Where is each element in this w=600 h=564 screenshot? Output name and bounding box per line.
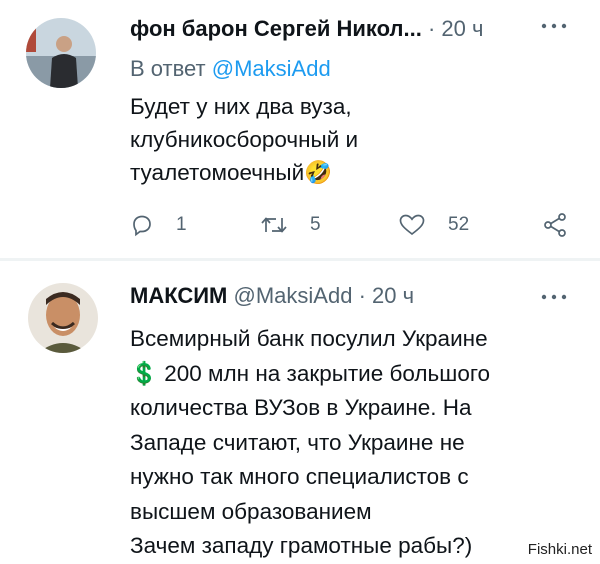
reply-count: 1 — [176, 214, 187, 235]
tweet-text-line: туалетомоечный🤣 — [130, 156, 430, 189]
heart-icon — [399, 214, 425, 236]
retweet-count: 5 — [310, 214, 321, 235]
tweet-text-line: 💲 200 млн на закрытие большого — [130, 360, 491, 386]
tweet-text-line: высшем образованием — [130, 498, 372, 524]
author-name[interactable]: МАКСИМ — [130, 283, 227, 308]
author-handle[interactable]: @MaksiAdd — [234, 283, 353, 308]
tweet-actions: 1 5 52 — [130, 210, 580, 240]
separator-dot: · — [358, 283, 366, 308]
tweet-text: Будет у них два вуза, клубникосборочный … — [130, 90, 430, 189]
avatar-smiling-man-icon — [28, 283, 98, 353]
reply-mention-link[interactable]: @MaksiAdd — [212, 56, 331, 81]
more-options-icon[interactable] — [540, 18, 568, 29]
rolling-laughing-emoji: 🤣 — [304, 160, 333, 185]
tweet-text: Всемирный банк посулил Украине 💲 200 млн… — [130, 322, 580, 564]
author-avatar[interactable] — [26, 18, 96, 88]
watermark: Fishki.net — [525, 541, 594, 558]
reply-prefix: В ответ — [130, 56, 206, 81]
avatar-man-standing-icon — [26, 18, 96, 88]
like-button[interactable]: 52 — [398, 210, 469, 240]
reply-icon — [133, 215, 151, 237]
tweet-text-line: Всемирный банк посулил Украине — [130, 326, 488, 351]
tweet-text-line: клубникосборочный и — [130, 127, 359, 152]
tweet-header: фон барон Сергей Никол... · 20 ч — [130, 16, 580, 46]
tweet-text-line: Зачем западу грамотные рабы?) — [130, 533, 473, 558]
tweet-timestamp[interactable]: 20 ч — [372, 283, 414, 308]
tweet-text-line: Будет у них два вуза, — [130, 94, 352, 119]
tweet-text-line: количества ВУЗов в Украине. На — [130, 395, 472, 420]
separator-dot: · — [427, 16, 436, 41]
reply-button[interactable]: 1 — [130, 210, 187, 240]
retweet-button[interactable]: 5 — [260, 210, 321, 240]
tweet-text-line-content: туалетомоечный — [130, 160, 305, 185]
like-count: 52 — [448, 214, 470, 235]
tweet-timestamp[interactable]: 20 ч — [441, 16, 483, 41]
author-avatar[interactable] — [28, 283, 98, 353]
reply-context: В ответ @MaksiAdd — [130, 56, 331, 82]
author-name[interactable]: фон барон Сергей Никол... — [130, 16, 422, 41]
quoted-tweet[interactable]: МАКСИМ @MaksiAdd · 20 ч Всемирный банк п… — [0, 261, 600, 562]
tweet-header: МАКСИМ @MaksiAdd · 20 ч — [130, 283, 580, 313]
retweet-icon — [261, 217, 287, 233]
tweet-reply[interactable]: фон барон Сергей Никол... · 20 ч В ответ… — [0, 0, 600, 258]
share-button[interactable] — [542, 210, 568, 240]
more-options-icon[interactable] — [540, 289, 568, 300]
tweet-text-line: нужно так много специалистов с — [130, 464, 469, 489]
share-icon — [544, 213, 566, 237]
tweet-text-line: Западе считают, что Украине не — [130, 429, 465, 455]
